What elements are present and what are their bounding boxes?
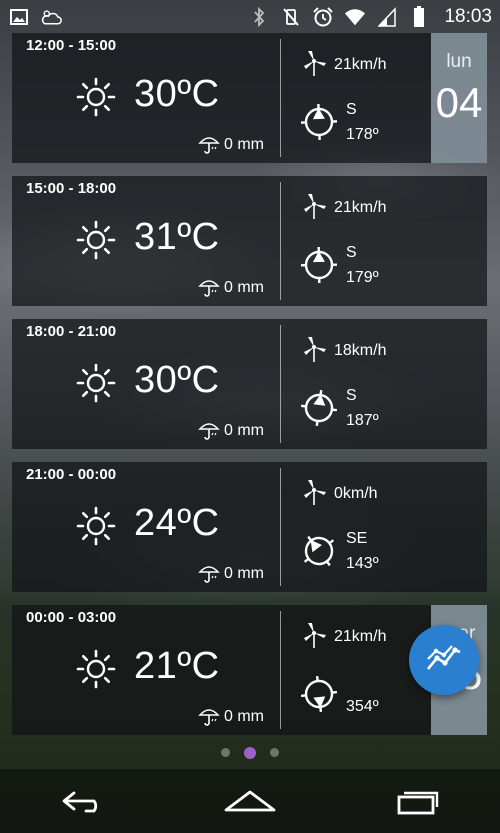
back-button[interactable] xyxy=(53,781,113,821)
divider xyxy=(280,611,281,729)
sun-icon xyxy=(76,649,116,689)
wind-speed: 21km/h xyxy=(334,628,387,645)
umbrella-icon xyxy=(198,562,220,584)
weather-cloud-icon xyxy=(40,6,62,28)
signal-icon xyxy=(376,6,398,28)
wind-direction-icon xyxy=(298,244,340,286)
day-tab-lun[interactable]: lun 04 xyxy=(431,33,487,163)
wind-degrees: 143º xyxy=(346,555,379,572)
page-dot-active[interactable] xyxy=(244,747,256,759)
wind-degrees: 178º xyxy=(346,126,379,143)
sun-icon xyxy=(76,220,116,260)
day-name: lun xyxy=(446,51,472,72)
alarm-icon xyxy=(312,6,334,28)
rain-amount: 0 mm xyxy=(224,565,264,582)
wind-degrees: 354º xyxy=(346,698,379,715)
wind-speed: 21km/h xyxy=(334,56,387,73)
sun-icon xyxy=(76,77,116,117)
rain-amount: 0 mm xyxy=(224,422,264,439)
page-dot[interactable] xyxy=(221,748,230,757)
temperature: 24ºC xyxy=(134,502,220,544)
wind-degrees: 179º xyxy=(346,269,379,286)
temperature: 21ºC xyxy=(134,645,220,687)
rain-amount: 0 mm xyxy=(224,136,264,153)
wind-direction: SE xyxy=(346,530,368,547)
home-button[interactable] xyxy=(220,781,280,821)
temperature: 30ºC xyxy=(134,359,220,401)
chart-fab-button[interactable] xyxy=(409,625,479,695)
bluetooth-icon xyxy=(248,6,270,28)
wifi-icon xyxy=(344,6,366,28)
rain-amount: 0 mm xyxy=(224,708,264,725)
wind-turbine-icon xyxy=(302,192,328,220)
wind-direction: S xyxy=(346,244,357,261)
wind-turbine-icon xyxy=(302,478,328,506)
rain-amount: 0 mm xyxy=(224,279,264,296)
status-bar: 18:03 xyxy=(0,0,500,33)
page-dot[interactable] xyxy=(270,748,279,757)
temperature: 31ºC xyxy=(134,216,220,258)
sun-icon xyxy=(76,506,116,546)
time-range: 00:00 - 03:00 xyxy=(26,609,117,626)
wind-direction: S xyxy=(346,387,357,404)
image-icon xyxy=(8,6,30,28)
clock: 18:03 xyxy=(444,5,492,27)
wind-speed: 18km/h xyxy=(334,342,387,359)
wind-direction-icon xyxy=(298,530,340,572)
time-range: 18:00 - 21:00 xyxy=(26,323,117,340)
sun-icon xyxy=(76,363,116,403)
divider xyxy=(280,39,281,157)
recents-button[interactable] xyxy=(387,781,447,821)
forecast-card[interactable]: 18:00 - 21:00 30ºC 0 mm 18km/h S 187º xyxy=(12,319,487,449)
forecast-card[interactable]: 21:00 - 00:00 24ºC 0 mm 0km/h SE 143º xyxy=(12,462,487,592)
forecast-card[interactable]: 12:00 - 15:00 30ºC 0 mm 21km/h S 178º xyxy=(12,33,487,163)
day-number: 04 xyxy=(435,79,483,126)
umbrella-icon xyxy=(198,705,220,727)
wind-speed: 0km/h xyxy=(334,485,378,502)
divider xyxy=(280,325,281,443)
temperature: 30ºC xyxy=(134,73,220,115)
divider xyxy=(280,468,281,586)
line-chart-icon xyxy=(425,643,463,678)
divider xyxy=(280,182,281,300)
time-range: 12:00 - 15:00 xyxy=(26,37,117,54)
wind-direction-icon xyxy=(298,101,340,143)
page-indicator xyxy=(0,747,500,759)
umbrella-icon xyxy=(198,276,220,298)
navigation-bar xyxy=(0,769,500,833)
battery-icon xyxy=(408,5,430,28)
recents-icon xyxy=(397,791,438,815)
time-range: 21:00 - 00:00 xyxy=(26,466,117,483)
umbrella-icon xyxy=(198,133,220,155)
back-icon xyxy=(62,791,98,813)
forecast-card[interactable]: 15:00 - 18:00 31ºC 0 mm 21km/h S 179º xyxy=(12,176,487,306)
wind-degrees: 187º xyxy=(346,412,379,429)
home-icon xyxy=(224,790,276,812)
wind-turbine-icon xyxy=(302,621,328,649)
wind-turbine-icon xyxy=(302,335,328,363)
wind-direction-icon xyxy=(298,673,340,715)
umbrella-icon xyxy=(198,419,220,441)
wind-direction-icon xyxy=(298,387,340,429)
wind-direction: S xyxy=(346,101,357,118)
wind-speed: 21km/h xyxy=(334,199,387,216)
wind-turbine-icon xyxy=(302,49,328,77)
time-range: 15:00 - 18:00 xyxy=(26,180,117,197)
vibrate-off-icon xyxy=(280,6,302,28)
